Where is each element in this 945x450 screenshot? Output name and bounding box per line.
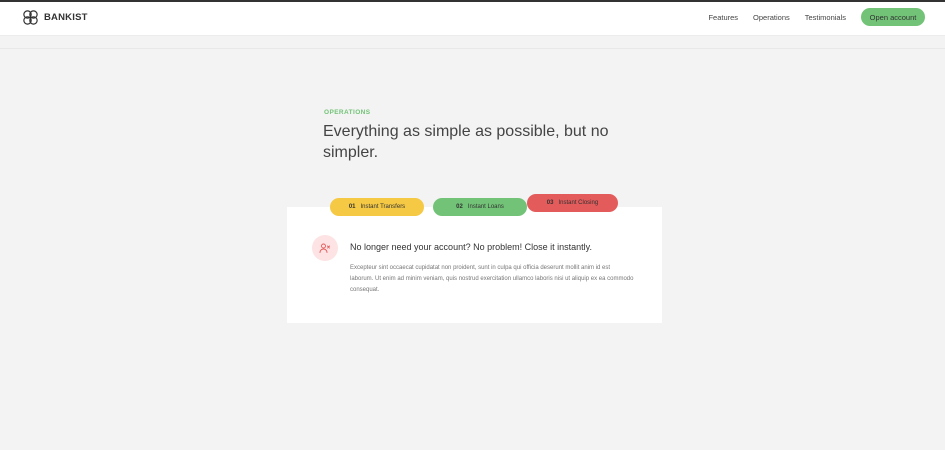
bankist-logo-icon bbox=[22, 9, 39, 26]
tab-label: Instant Loans bbox=[467, 204, 504, 210]
section-divider bbox=[0, 48, 945, 49]
brand-logo[interactable]: BANKIST bbox=[22, 9, 88, 26]
nav-links: Features Operations Testimonials Open ac… bbox=[708, 8, 925, 26]
tab-instant-loans[interactable]: 02 Instant Loans bbox=[433, 198, 527, 216]
tab-instant-closing[interactable]: 03 Instant Closing bbox=[527, 194, 618, 212]
tab-number: 02 bbox=[456, 204, 463, 210]
tab-instant-transfers[interactable]: 01 Instant Transfers bbox=[330, 198, 424, 216]
tab-number: 01 bbox=[348, 204, 356, 210]
nav-link-testimonials[interactable]: Testimonials bbox=[805, 13, 846, 22]
nav-link-features[interactable]: Features bbox=[708, 13, 738, 22]
operation-description: Excepteur sint occaecat cupidatat non pr… bbox=[350, 265, 634, 293]
open-account-button[interactable]: Open account bbox=[861, 8, 925, 26]
tab-label: Instant Closing bbox=[558, 200, 599, 206]
tab-number: 03 bbox=[546, 200, 554, 206]
operation-heading: No longer need your account? No problem!… bbox=[350, 242, 592, 252]
nav-link-operations[interactable]: Operations bbox=[753, 13, 790, 22]
section-label: OPERATIONS bbox=[324, 109, 371, 116]
brand-name: BANKIST bbox=[44, 12, 88, 23]
user-x-icon bbox=[312, 235, 338, 261]
section-title: Everything as simple as possible, but no… bbox=[323, 123, 609, 161]
tab-label: Instant Transfers bbox=[360, 204, 406, 210]
top-navigation: BANKIST Features Operations Testimonials… bbox=[0, 2, 945, 36]
